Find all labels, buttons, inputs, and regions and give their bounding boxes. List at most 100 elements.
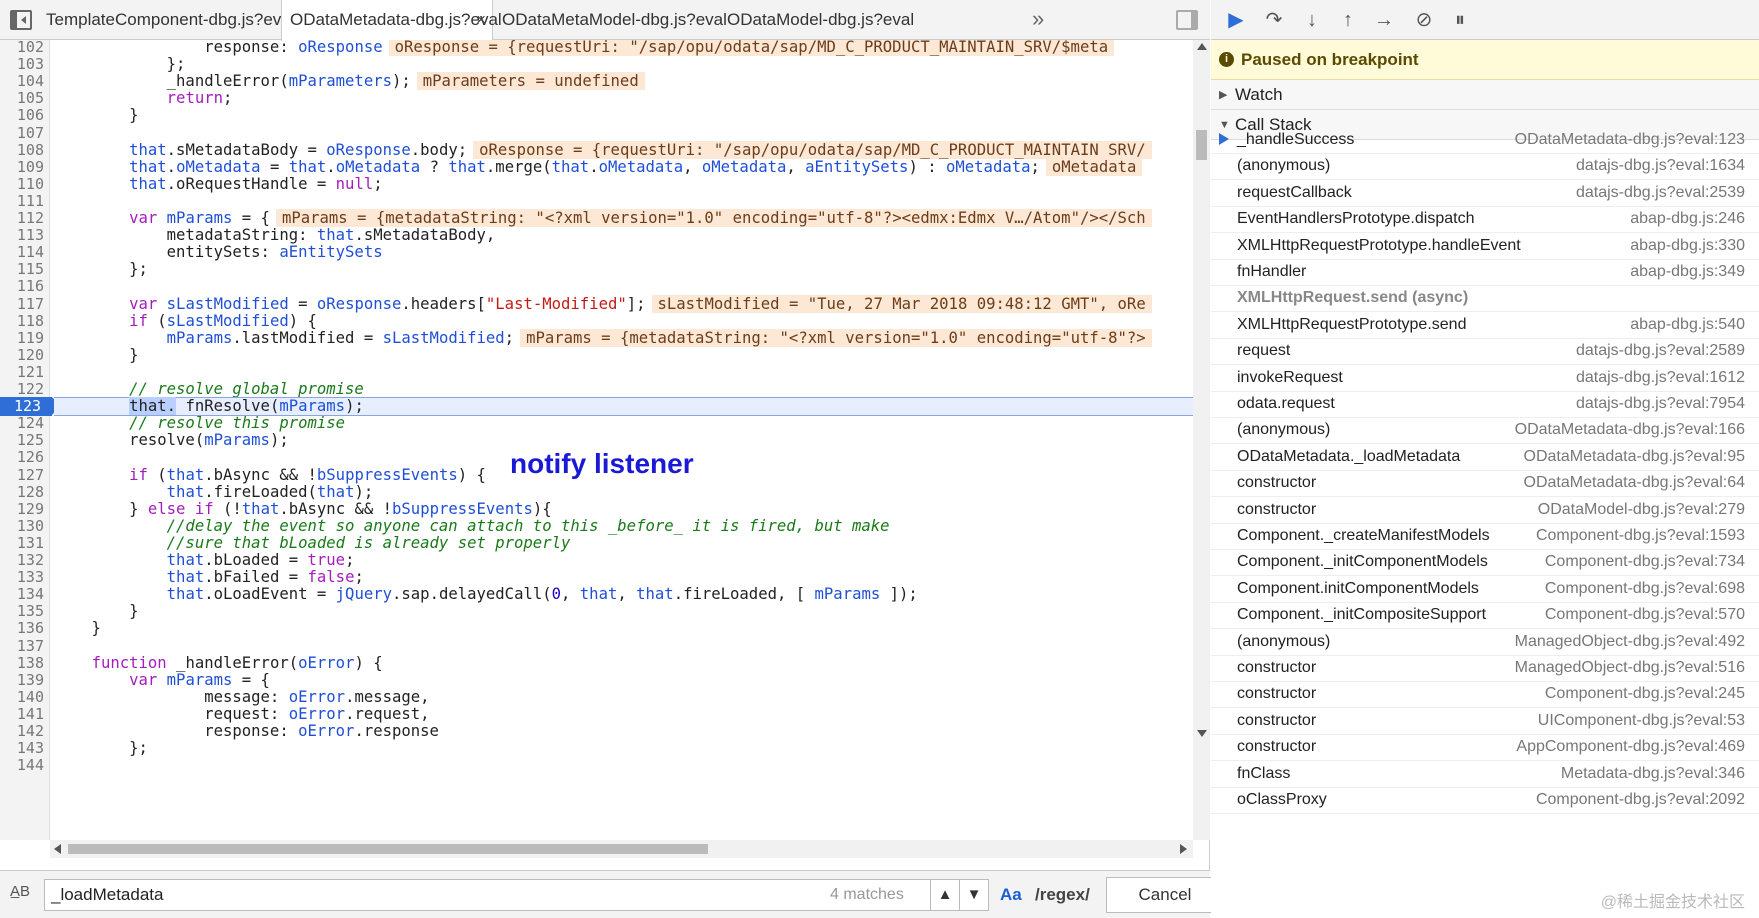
- call-frame[interactable]: (anonymous) ODataMetadata-dbg.js?eval:166: [1211, 415, 1759, 445]
- code-text: message: oError.message,: [54, 687, 430, 706]
- scroll-right-icon[interactable]: [1180, 844, 1187, 854]
- code-text: that.bFailed = false;: [166, 568, 364, 587]
- call-frame[interactable]: XMLHttpRequestPrototype.send abap-dbg.js:…: [1211, 310, 1759, 339]
- frame-function: (anonymous): [1237, 632, 1331, 650]
- call-frame[interactable]: fnClass Metadata-dbg.js?eval:346: [1211, 759, 1759, 788]
- resume-icon[interactable]: ▶: [1223, 8, 1249, 32]
- code-text: }: [54, 602, 139, 621]
- code-area[interactable]: 102 103 104 105 106 107 108 109 110 111 112 113 114 1…: [0, 40, 1210, 840]
- expand-triangle-icon: ▶: [1219, 89, 1228, 101]
- debugger-toolbar: ▶ ↷ ↓ ↑ → ⊘ ⏸: [1211, 0, 1759, 40]
- call-frame[interactable]: odata.request datajs-dbg.js?eval:7954: [1211, 389, 1759, 418]
- step-icon[interactable]: →: [1371, 8, 1397, 32]
- frame-function: (anonymous): [1237, 157, 1331, 175]
- scroll-down-icon[interactable]: [1197, 730, 1207, 737]
- close-icon[interactable]: ×: [476, 0, 486, 40]
- call-frame[interactable]: (anonymous) ManagedObject-dbg.js?eval:492: [1211, 627, 1759, 656]
- vertical-scrollbar[interactable]: [1193, 40, 1210, 840]
- frame-location: abap-dbg.js:349: [1630, 263, 1745, 280]
- frame-function: Component._initCompositeSupport: [1237, 606, 1487, 624]
- call-frame[interactable]: Component._initCompositeSupport Component…: [1211, 600, 1759, 630]
- frame-function: constructor: [1237, 474, 1317, 492]
- call-frame[interactable]: request datajs-dbg.js?eval:2589: [1211, 336, 1759, 366]
- code-text: }: [54, 345, 139, 364]
- call-frame[interactable]: requestCallback datajs-dbg.js?eval:2539: [1211, 178, 1759, 207]
- frame-function: ODataMetadata._loadMetadata: [1237, 447, 1461, 465]
- call-frame[interactable]: oClassProxy Component-dbg.js?eval:2092: [1211, 785, 1759, 814]
- horizontal-scrollbar[interactable]: [50, 840, 1193, 858]
- code-comment: //delay the event so anyone can attach t…: [54, 516, 890, 535]
- inline-value: oMetadata: [1045, 157, 1143, 176]
- scroll-up-icon[interactable]: [1197, 43, 1207, 50]
- execution-marker: that.: [129, 397, 177, 416]
- code-line[interactable]: [54, 756, 1204, 775]
- code-text: }: [54, 619, 101, 638]
- pause-on-exceptions-icon[interactable]: ⏸: [1447, 8, 1473, 32]
- toggle-debugger-icon[interactable]: [1176, 10, 1198, 30]
- step-over-icon[interactable]: ↷: [1261, 8, 1287, 32]
- call-frame[interactable]: XMLHttpRequestPrototype.handleEvent abap-…: [1211, 231, 1759, 260]
- horizontal-scroll-thumb[interactable]: [68, 844, 708, 854]
- tab-odata-metamodel[interactable]: ODataMetaModel-dbg.js?eval: [494, 0, 735, 40]
- toggle-navigator-icon[interactable]: [10, 10, 32, 30]
- inline-value: oResponse = {requestUri: "/sap/opu/odata…: [473, 140, 1152, 159]
- match-count: 4 matches: [830, 886, 904, 903]
- deactivate-breakpoints-icon[interactable]: ⊘: [1411, 8, 1437, 32]
- previous-match-button[interactable]: ▲: [930, 879, 960, 911]
- call-frame[interactable]: EventHandlersPrototype.dispatch abap-dbg.…: [1211, 204, 1759, 234]
- match-case-toggle[interactable]: Aa: [1000, 879, 1022, 911]
- frame-location: ManagedObject-dbg.js?eval:516: [1514, 659, 1745, 676]
- info-icon: i: [1219, 52, 1234, 67]
- code-text: return;: [166, 89, 233, 108]
- frame-location: abap-dbg.js:246: [1630, 210, 1745, 228]
- call-frame[interactable]: _handleSuccess ODataMetadata-dbg.js?eval:…: [1211, 125, 1759, 154]
- call-frame[interactable]: invokeRequest datajs-dbg.js?eval:1612: [1211, 363, 1759, 392]
- call-frame[interactable]: fnHandler abap-dbg.js:349: [1211, 257, 1759, 286]
- frame-location: Component-dbg.js?eval:570: [1544, 606, 1745, 624]
- code-text: that.fireLoaded(that);: [166, 482, 374, 501]
- frame-function: constructor: [1237, 500, 1317, 518]
- frame-location: abap-dbg.js:330: [1630, 236, 1745, 254]
- call-frame[interactable]: constructor AppComponent-dbg.js?eval:469: [1211, 732, 1759, 762]
- tab-odata-metadata[interactable]: ODataMetadata-dbg.js?eval ×: [281, 0, 502, 41]
- code-text: var sLastModified = oResponse.headers["L…: [129, 294, 646, 313]
- tab-odata-model[interactable]: ODataModel-dbg.js?eval: [719, 0, 922, 40]
- call-frame[interactable]: constructor Component-dbg.js?eval:245: [1211, 679, 1759, 709]
- call-frame[interactable]: Component._initComponentModels Component-…: [1211, 547, 1759, 577]
- cancel-button[interactable]: Cancel: [1106, 877, 1224, 913]
- tab-template-component[interactable]: TemplateComponent-dbg.js?eval: [38, 0, 303, 40]
- call-frame[interactable]: (anonymous) datajs-dbg.js?eval:1634: [1211, 151, 1759, 181]
- line-number[interactable]: 144: [0, 756, 44, 775]
- call-frame[interactable]: constructor ODataModel-dbg.js?eval:279: [1211, 495, 1759, 524]
- call-frame[interactable]: constructor ODataMetadata-dbg.js?eval:64: [1211, 468, 1759, 498]
- vertical-scroll-thumb[interactable]: [1196, 130, 1207, 160]
- line-number-gutter[interactable]: 102 103 104 105 106 107 108 109 110 111 112 113 114 1…: [0, 40, 60, 840]
- frame-location: AppComponent-dbg.js?eval:469: [1516, 738, 1745, 756]
- step-out-icon[interactable]: ↑: [1335, 8, 1361, 32]
- watch-section-header[interactable]: ▶ Watch: [1211, 80, 1759, 110]
- code-text: };: [54, 739, 148, 758]
- more-tabs-icon[interactable]: »: [1032, 0, 1044, 40]
- code-comment: //sure that bLoaded is already set prope…: [54, 533, 571, 552]
- call-frame[interactable]: constructor ManagedObject-dbg.js?eval:516: [1211, 653, 1759, 682]
- scroll-left-icon[interactable]: [54, 844, 61, 854]
- code-text: if (sLastModified) {: [129, 311, 317, 330]
- frame-location: Metadata-dbg.js?eval:346: [1560, 764, 1745, 782]
- frame-function: constructor: [1237, 659, 1317, 676]
- frame-location: Component-dbg.js?eval:2092: [1535, 791, 1745, 808]
- code-text: _handleError(mParameters);: [54, 72, 411, 91]
- call-frame[interactable]: constructor UIComponent-dbg.js?eval:53: [1211, 706, 1759, 735]
- code-text: mParams.lastModified = sLastModified;: [166, 328, 515, 347]
- frame-function: oClassProxy: [1237, 791, 1327, 808]
- regex-toggle[interactable]: /regex/: [1035, 879, 1090, 911]
- frame-location: ODataMetadata-dbg.js?eval:123: [1514, 131, 1745, 148]
- replace-toggle-icon[interactable]: A̲B: [10, 883, 30, 900]
- call-frame[interactable]: Component.initComponentModels Component-d…: [1211, 574, 1759, 603]
- frame-location: ODataModel-dbg.js?eval:279: [1537, 500, 1745, 518]
- step-into-icon[interactable]: ↓: [1299, 8, 1325, 32]
- call-frame[interactable]: Component._createManifestModels Component…: [1211, 521, 1759, 550]
- code-text: response: oError.response: [54, 722, 439, 740]
- call-frame[interactable]: ODataMetadata._loadMetadata ODataMetadata…: [1211, 442, 1759, 471]
- next-match-button[interactable]: ▼: [959, 879, 989, 911]
